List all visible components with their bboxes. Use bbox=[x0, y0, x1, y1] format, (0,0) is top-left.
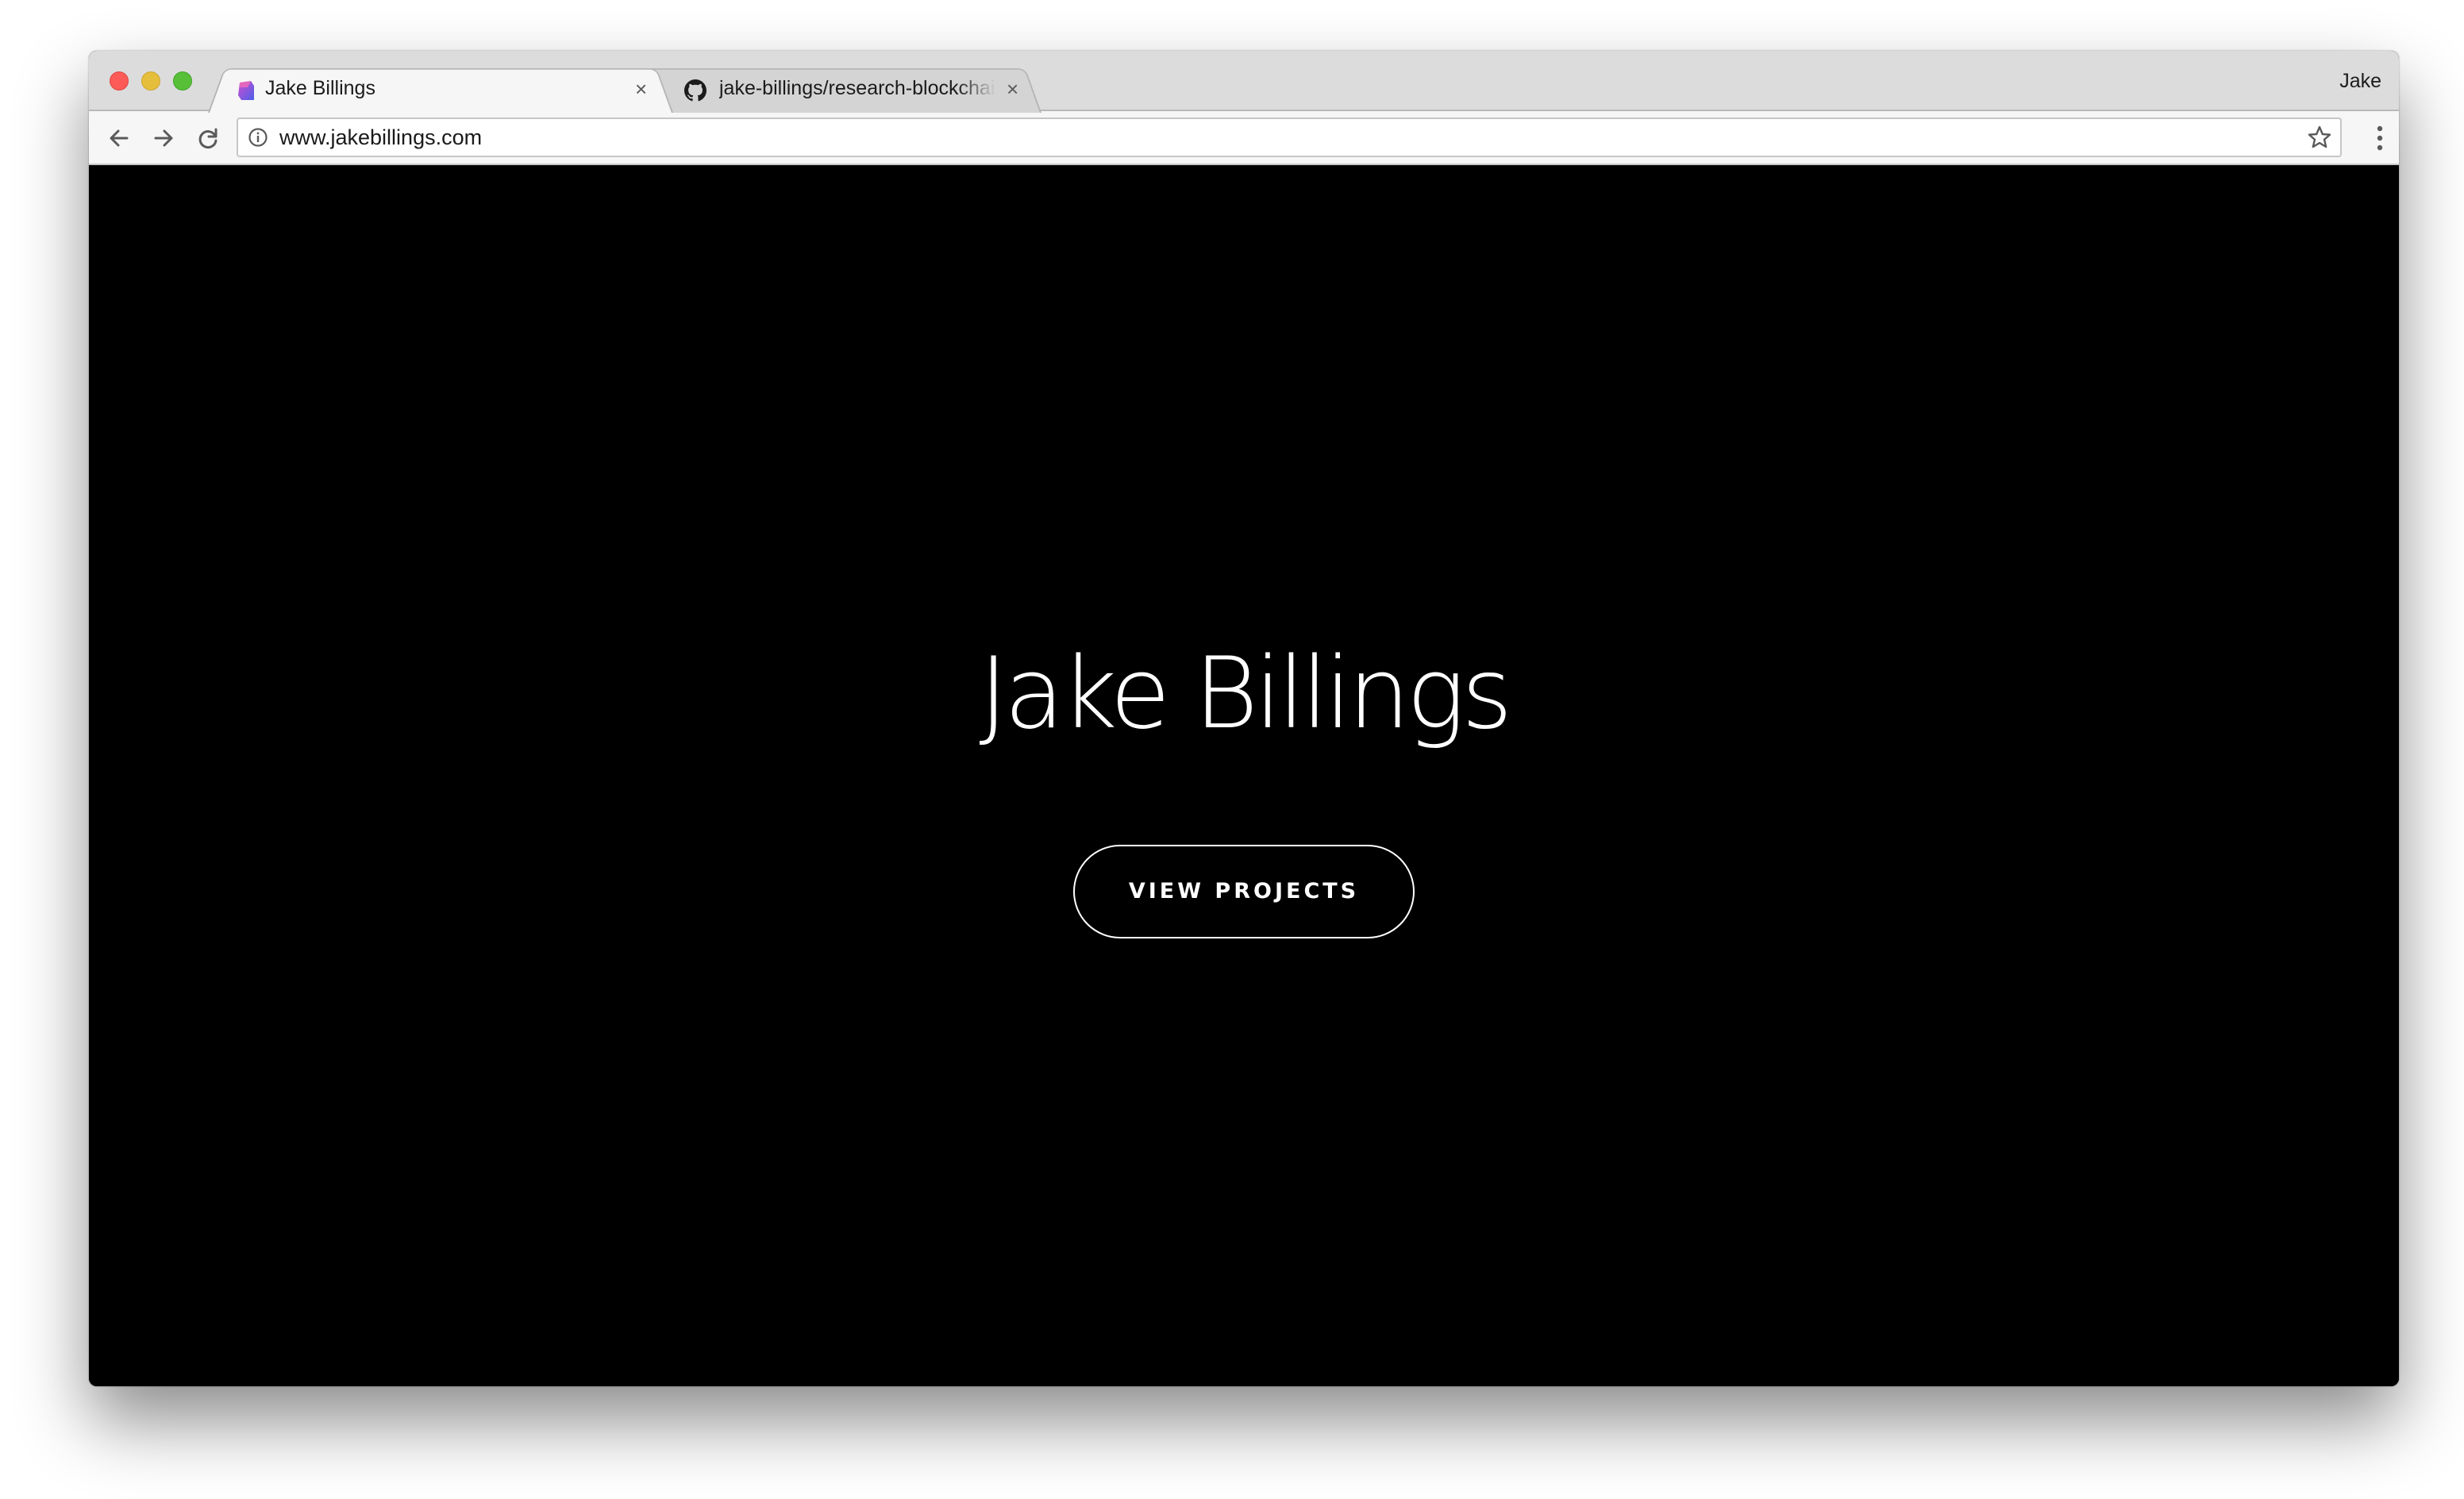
hero-title: Jake Billings bbox=[979, 637, 1512, 751]
github-icon bbox=[684, 79, 706, 102]
address-bar[interactable]: www.jakebillings.com bbox=[237, 118, 2342, 157]
reload-icon[interactable] bbox=[192, 122, 224, 154]
more-menu-icon[interactable] bbox=[2377, 125, 2383, 151]
tab-title: Jake Billings bbox=[265, 77, 375, 99]
forward-arrow-icon[interactable] bbox=[148, 122, 179, 154]
tab-strip: Jake Billings × jake-billings/research-b… bbox=[89, 51, 2399, 113]
page-viewport: Jake Billings VIEW PROJECTS bbox=[89, 165, 2399, 1386]
window-close-button[interactable] bbox=[110, 71, 129, 91]
window-maximize-button[interactable] bbox=[173, 71, 192, 91]
bookmark-star-icon[interactable] bbox=[2307, 125, 2332, 150]
view-projects-button[interactable]: VIEW PROJECTS bbox=[1073, 845, 1415, 938]
tab-close-icon[interactable]: × bbox=[1007, 75, 1018, 103]
browser-toolbar: www.jakebillings.com bbox=[89, 111, 2399, 165]
browser-window: Jake Billings × jake-billings/research-b… bbox=[89, 51, 2399, 1386]
jake-billings-logo-icon bbox=[238, 81, 254, 100]
url-text[interactable]: www.jakebillings.com bbox=[279, 125, 482, 150]
tab-close-icon[interactable]: × bbox=[635, 75, 647, 103]
window-minimize-button[interactable] bbox=[141, 71, 160, 91]
info-icon[interactable] bbox=[248, 127, 268, 148]
tab-title: jake-billings/research-blockchain bbox=[719, 77, 995, 99]
profile-name[interactable]: Jake bbox=[2339, 70, 2381, 93]
back-arrow-icon[interactable] bbox=[103, 122, 135, 154]
tab-jake-billings[interactable]: Jake Billings × bbox=[208, 64, 673, 113]
